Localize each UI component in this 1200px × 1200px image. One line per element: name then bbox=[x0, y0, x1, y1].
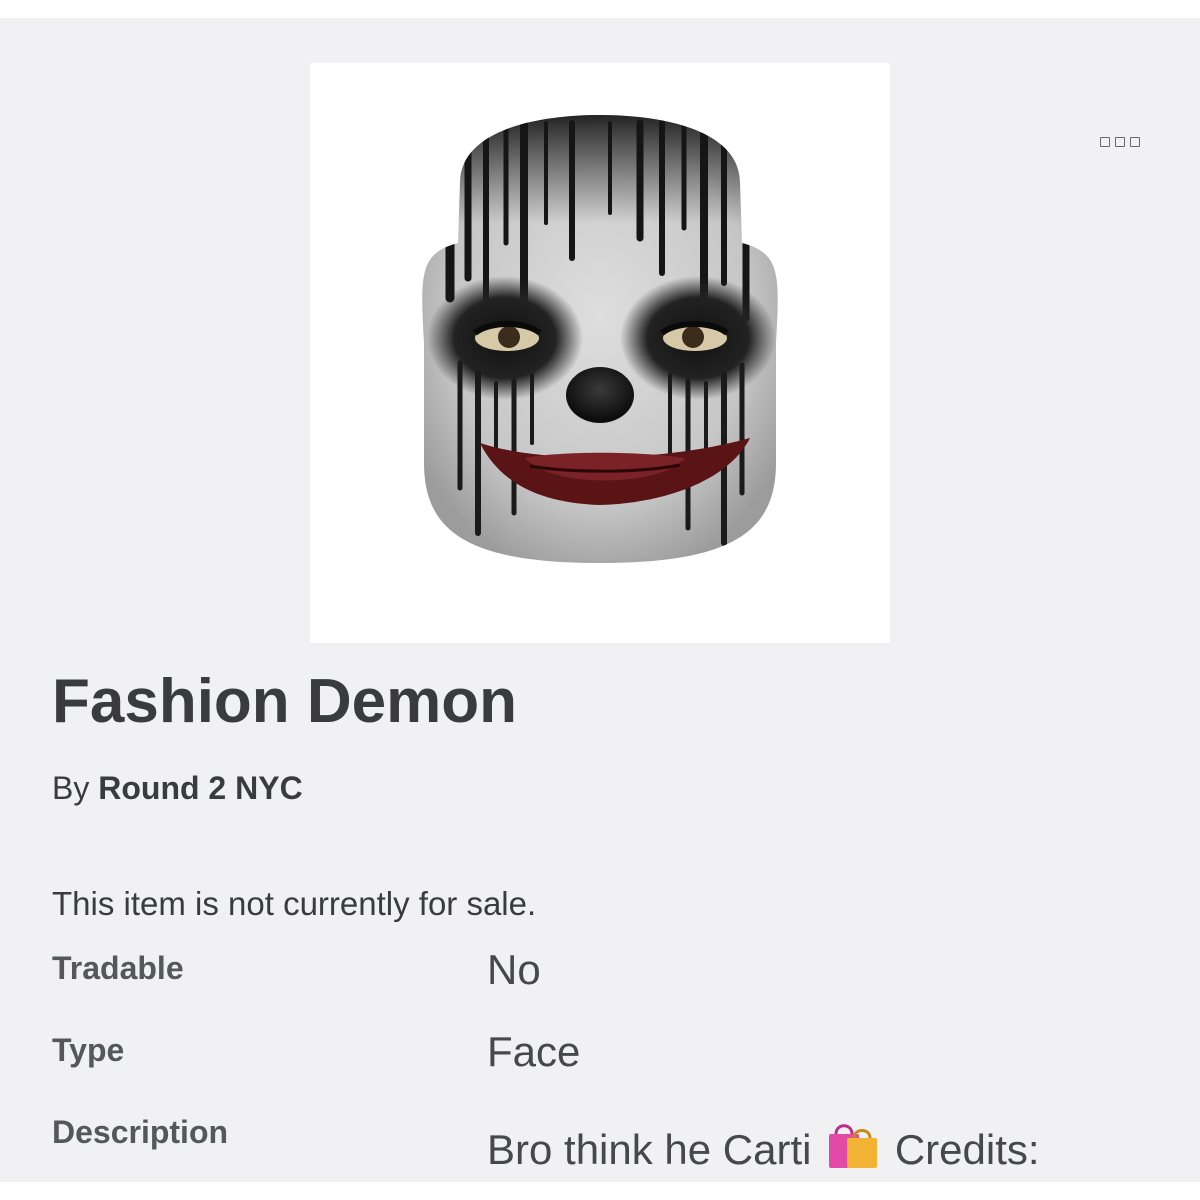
creator-link[interactable]: Round 2 NYC bbox=[98, 770, 302, 806]
shopping-bags-icon bbox=[825, 1120, 881, 1180]
creator-line: By Round 2 NYC bbox=[52, 770, 303, 807]
type-label: Type bbox=[52, 1032, 125, 1068]
type-value: Face bbox=[487, 1028, 581, 1075]
description-text: Bro think he Carti bbox=[487, 1126, 812, 1173]
more-options-icon[interactable] bbox=[1090, 128, 1150, 156]
item-title: Fashion Demon bbox=[52, 667, 518, 736]
item-page: 3D Fashion Demon By Round 2 NYC This ite… bbox=[0, 18, 1200, 1182]
by-prefix: By bbox=[52, 770, 90, 806]
sale-status: This item is not currently for sale. bbox=[52, 885, 537, 922]
tradable-label: Tradable bbox=[52, 950, 184, 986]
description-value: Bro think he Carti Credits: bbox=[487, 1120, 1040, 1180]
item-thumbnail[interactable]: 3D bbox=[310, 63, 890, 643]
face-mask-image bbox=[422, 115, 778, 563]
dot-icon bbox=[1130, 137, 1140, 147]
tradable-value: No bbox=[487, 946, 541, 993]
dot-icon bbox=[1100, 137, 1110, 147]
description-credits: Credits: bbox=[894, 1126, 1040, 1173]
dot-icon bbox=[1115, 137, 1125, 147]
description-label: Description bbox=[52, 1114, 229, 1150]
